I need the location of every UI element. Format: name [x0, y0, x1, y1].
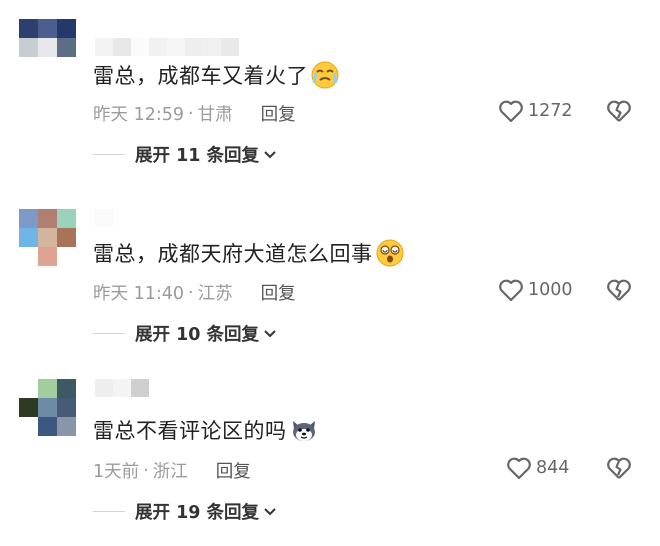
avatar-pixel	[57, 228, 76, 247]
avatar-pixel	[38, 228, 57, 247]
avatar-pixel	[38, 417, 57, 436]
dislike-button[interactable]	[606, 456, 632, 484]
expand-replies-button[interactable]: 展开 19 条回复	[93, 499, 277, 524]
username-blurred[interactable]	[95, 379, 149, 397]
like-count: 1000	[528, 280, 573, 300]
avatar[interactable]	[19, 209, 76, 266]
divider-line	[93, 511, 125, 512]
expand-replies-button[interactable]: 展开 11 条回复	[93, 142, 277, 167]
reply-button[interactable]: 回复	[216, 458, 251, 483]
meta-dot: ·	[188, 282, 194, 303]
comment-item: 雷总，成都车又着火了 昨天 12:59 · 甘肃 回复 1272 展开 11 条…	[0, 0, 660, 170]
username-blurred[interactable]	[95, 38, 239, 56]
avatar-pixel	[38, 247, 57, 266]
username-blurred[interactable]	[95, 209, 113, 227]
broken-heart-icon	[607, 279, 631, 301]
crying-face-icon	[311, 61, 339, 89]
expand-replies-button[interactable]: 展开 10 条回复	[93, 321, 277, 346]
avatar-pixel	[19, 247, 38, 266]
comment-text-content: 雷总，成都天府大道怎么回事	[93, 242, 373, 266]
expand-replies-label: 展开 19 条回复	[135, 503, 260, 523]
avatar-pixel	[38, 398, 57, 417]
heart-icon	[507, 457, 531, 480]
like-button[interactable]: 1000	[498, 278, 573, 302]
avatar-pixel	[57, 417, 76, 436]
comment-text: 雷总，成都车又着火了	[93, 60, 339, 90]
avatar-pixel	[38, 209, 57, 228]
heart-icon	[499, 279, 523, 302]
broken-heart-icon	[607, 100, 631, 122]
avatar-pixel	[57, 247, 76, 266]
chevron-down-icon	[264, 329, 276, 337]
comment-text: 雷总，成都天府大道怎么回事	[93, 238, 404, 268]
dizzy-face-icon	[376, 239, 403, 267]
divider-line	[93, 154, 125, 155]
comment-time: 昨天 11:40	[93, 284, 184, 304]
meta-dot: ·	[188, 103, 194, 124]
avatar[interactable]	[19, 19, 76, 76]
comment-item: 雷总，成都天府大道怎么回事 昨天 11:40 · 江苏 回复 1000 展开 1…	[0, 180, 660, 350]
reply-button[interactable]: 回复	[261, 280, 296, 305]
comment-text: 雷总不看评论区的吗	[93, 415, 318, 445]
like-count: 844	[536, 458, 570, 478]
comment-item: 雷总不看评论区的吗 1天前 · 浙江 回复 844 展开 19 条回复	[0, 359, 660, 529]
avatar-pixel	[19, 228, 38, 247]
avatar-pixel	[38, 379, 57, 398]
avatar-pixel	[57, 57, 76, 76]
divider-line	[93, 333, 125, 334]
meta-dot: ·	[143, 460, 149, 481]
heart-icon	[499, 100, 523, 123]
reply-button[interactable]: 回复	[261, 101, 296, 126]
comment-meta: 1天前 · 浙江 回复	[93, 458, 251, 483]
comment-text-content: 雷总，成都车又着火了	[93, 64, 308, 88]
like-count: 1272	[528, 101, 573, 121]
avatar-pixel	[19, 57, 38, 76]
avatar-pixel	[57, 379, 76, 398]
chevron-down-icon	[264, 507, 276, 515]
avatar-pixel	[57, 19, 76, 38]
chevron-down-icon	[264, 150, 276, 158]
husky-dog-icon	[292, 421, 315, 441]
avatar-pixel	[38, 57, 57, 76]
like-button[interactable]: 844	[506, 456, 569, 480]
avatar-pixel	[19, 417, 38, 436]
avatar-pixel	[19, 209, 38, 228]
avatar-pixel	[57, 209, 76, 228]
avatar-pixel	[38, 38, 57, 57]
avatar-pixel	[57, 398, 76, 417]
comment-time: 昨天 12:59	[93, 105, 184, 125]
comment-meta: 昨天 11:40 · 江苏 回复	[93, 280, 296, 305]
dislike-button[interactable]	[606, 99, 632, 127]
avatar-pixel	[38, 19, 57, 38]
expand-replies-label: 展开 10 条回复	[135, 325, 260, 345]
dislike-button[interactable]	[606, 278, 632, 306]
avatar-pixel	[19, 379, 38, 398]
avatar-pixel	[19, 398, 38, 417]
like-button[interactable]: 1272	[498, 99, 573, 123]
avatar-pixel	[19, 19, 38, 38]
comment-location: 浙江	[152, 462, 188, 482]
comment-meta: 昨天 12:59 · 甘肃 回复	[93, 101, 296, 126]
avatar[interactable]	[19, 379, 76, 436]
comment-time: 1天前	[93, 462, 140, 482]
expand-replies-label: 展开 11 条回复	[135, 146, 260, 166]
broken-heart-icon	[607, 457, 631, 479]
comment-location: 江苏	[197, 284, 233, 304]
avatar-pixel	[19, 38, 38, 57]
comment-location: 甘肃	[197, 105, 233, 125]
avatar-pixel	[57, 38, 76, 57]
comment-text-content: 雷总不看评论区的吗	[93, 419, 287, 443]
